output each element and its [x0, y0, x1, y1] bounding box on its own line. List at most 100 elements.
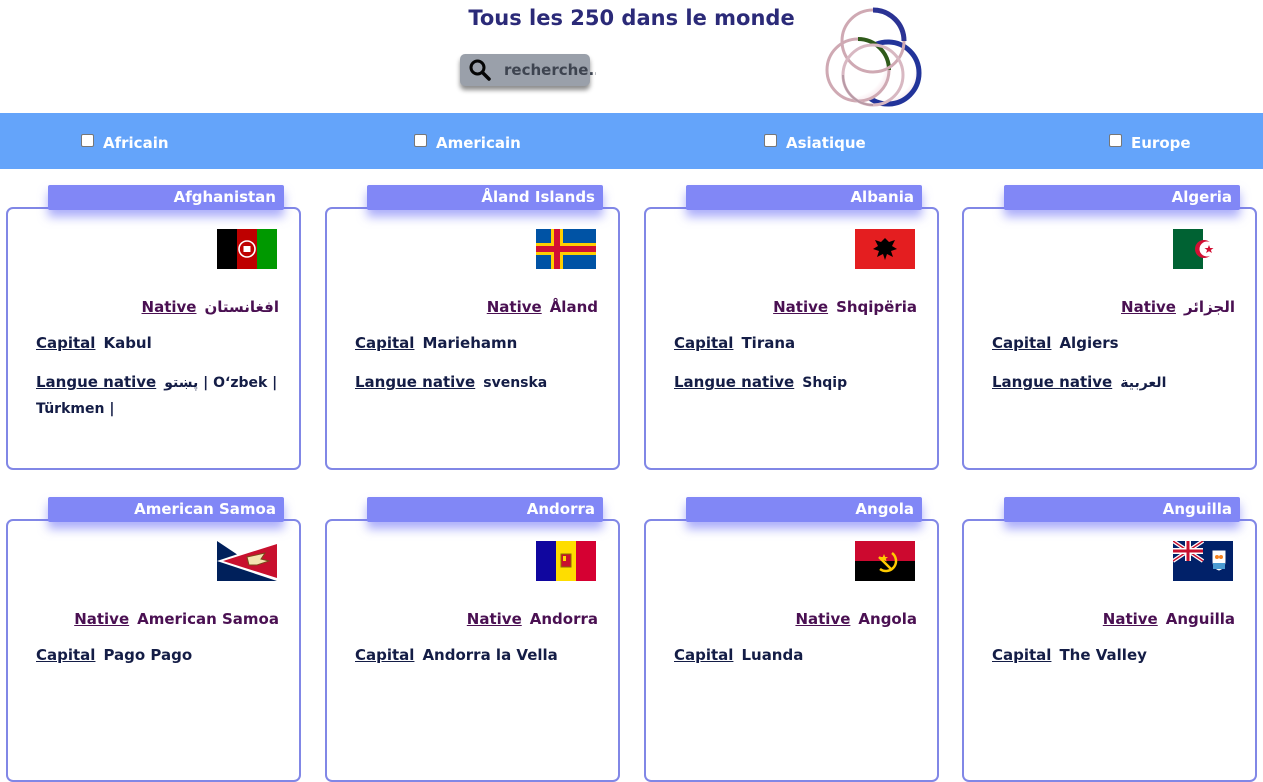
country-card-american-samoa[interactable]: American Samoa Native American Samoa Capi… [6, 497, 301, 782]
native-row: Native Shqipëria [773, 298, 917, 316]
country-card-aland-islands[interactable]: Åland Islands Native Åland Capital Marieha… [325, 185, 620, 470]
capital-value: Kabul [103, 334, 152, 352]
native-value: American Samoa [137, 610, 279, 628]
capital-label: Capital [36, 334, 96, 352]
andorra-flag-icon [536, 541, 596, 581]
native-value: Angola [858, 610, 917, 628]
capital-value: Luanda [741, 646, 804, 664]
interlocking-rings-logo [822, 4, 926, 108]
capital-label: Capital [674, 646, 734, 664]
native-value: افغانستان [204, 298, 279, 316]
filter-label: Europe [1131, 134, 1191, 152]
native-row: Native الجزائر [1121, 298, 1235, 316]
capital-label: Capital [355, 334, 415, 352]
capital-value: Mariehamn [422, 334, 518, 352]
native-label: Native [466, 610, 522, 628]
card-body: Native الجزائر Capital Algiers Langue nati… [962, 207, 1257, 470]
native-row: Native Andorra [467, 610, 598, 628]
capital-label: Capital [355, 646, 415, 664]
native-label: Native [773, 298, 829, 316]
capital-label: Capital [992, 646, 1052, 664]
country-card-afghanistan[interactable]: Afghanistan Native افغانستان Capital Kabul… [6, 185, 301, 470]
card-body: Native Andorra Capital Andorra la Vella [325, 519, 620, 782]
native-row: Native Anguilla [1103, 610, 1235, 628]
native-row: Native Åland [487, 298, 598, 316]
country-name: Albania [686, 185, 922, 210]
card-body: Native American Samoa Capital Pago Pago [6, 519, 301, 782]
capital-row: Capital Luanda [674, 646, 803, 664]
language-row: Langue native svenska [355, 370, 598, 396]
americain-checkbox[interactable] [414, 134, 427, 147]
capital-value: Pago Pago [103, 646, 193, 664]
card-body: Native افغانستان Capital Kabul Langue nati… [6, 207, 301, 470]
native-value: Shqipëria [836, 298, 917, 316]
aland-flag-icon [536, 229, 596, 269]
american-samoa-flag-icon [217, 541, 277, 581]
language-row: Langue native پښتو | Oʻzbek | Türkmen | [36, 370, 279, 422]
filter-label: Americain [436, 134, 521, 152]
europe-checkbox[interactable] [1109, 134, 1122, 147]
search-box[interactable] [460, 54, 596, 86]
filter-africain[interactable]: Africain [81, 133, 169, 152]
country-name: Algeria [1004, 185, 1240, 210]
native-value: Åland [549, 298, 598, 316]
capital-label: Capital [674, 334, 734, 352]
card-body: Native Åland Capital Mariehamn Langue nati… [325, 207, 620, 470]
capital-value: Andorra la Vella [422, 646, 558, 664]
country-card-anguilla[interactable]: Anguilla Native Anguilla Capital The Val… [962, 497, 1257, 782]
angola-flag-icon [855, 541, 915, 581]
country-name: Angola [686, 497, 922, 522]
country-card-andorra[interactable]: Andorra Native Andorra Capital Andorra la … [325, 497, 620, 782]
anguilla-flag-icon [1173, 541, 1233, 581]
filter-label: Asiatique [786, 134, 866, 152]
asiatique-checkbox[interactable] [764, 134, 777, 147]
native-value: Andorra [529, 610, 598, 628]
capital-row: Capital Mariehamn [355, 334, 517, 352]
capital-row: Capital Algiers [992, 334, 1119, 352]
capital-value: The Valley [1059, 646, 1147, 664]
native-value: Anguilla [1165, 610, 1235, 628]
native-label: Native [74, 610, 130, 628]
native-value: الجزائر [1183, 298, 1235, 316]
filter-europe[interactable]: Europe [1109, 133, 1191, 152]
country-name: Anguilla [1004, 497, 1240, 522]
native-row: Native Angola [795, 610, 917, 628]
native-row: Native افغانستان [142, 298, 279, 316]
page-title: Tous les 250 dans le monde [468, 6, 795, 30]
native-label: Native [1121, 298, 1176, 316]
card-body: Native Shqipëria Capital Tirana Langue nat… [644, 207, 939, 470]
capital-label: Capital [992, 334, 1052, 352]
capital-value: Tirana [741, 334, 796, 352]
language-row: Langue native العربية [992, 370, 1235, 396]
country-name: Åland Islands [367, 185, 603, 210]
capital-row: Capital Andorra la Vella [355, 646, 558, 664]
afghanistan-flag-icon [217, 229, 277, 269]
search-input[interactable] [504, 61, 596, 79]
card-body: Native Angola Capital Luanda [644, 519, 939, 782]
native-label: Native [141, 298, 197, 316]
country-name: Afghanistan [48, 185, 284, 210]
language-label: Langue native [36, 373, 157, 391]
albania-flag-icon [855, 229, 915, 269]
country-name: American Samoa [48, 497, 284, 522]
language-label: Langue native [992, 373, 1113, 391]
capital-value: Algiers [1059, 334, 1119, 352]
capital-label: Capital [36, 646, 96, 664]
country-card-algeria[interactable]: Algeria Native الجزائر Capital Algiers Lan… [962, 185, 1257, 470]
native-label: Native [486, 298, 542, 316]
capital-row: Capital Kabul [36, 334, 152, 352]
capital-row: Capital The Valley [992, 646, 1147, 664]
continent-filter-bar: Africain Americain Asiatique Europe [0, 113, 1263, 169]
country-card-angola[interactable]: Angola Native Angola Capital Luanda [644, 497, 939, 782]
filter-asiatique[interactable]: Asiatique [764, 133, 866, 152]
native-label: Native [1102, 610, 1158, 628]
africain-checkbox[interactable] [81, 134, 94, 147]
language-label: Langue native [674, 373, 795, 391]
card-body: Native Anguilla Capital The Valley [962, 519, 1257, 782]
search-icon[interactable] [468, 58, 492, 82]
language-value: Shqip [802, 375, 848, 391]
native-label: Native [795, 610, 851, 628]
country-card-albania[interactable]: Albania Native Shqipëria Capital Tirana La… [644, 185, 939, 470]
filter-americain[interactable]: Americain [414, 133, 521, 152]
capital-row: Capital Tirana [674, 334, 795, 352]
